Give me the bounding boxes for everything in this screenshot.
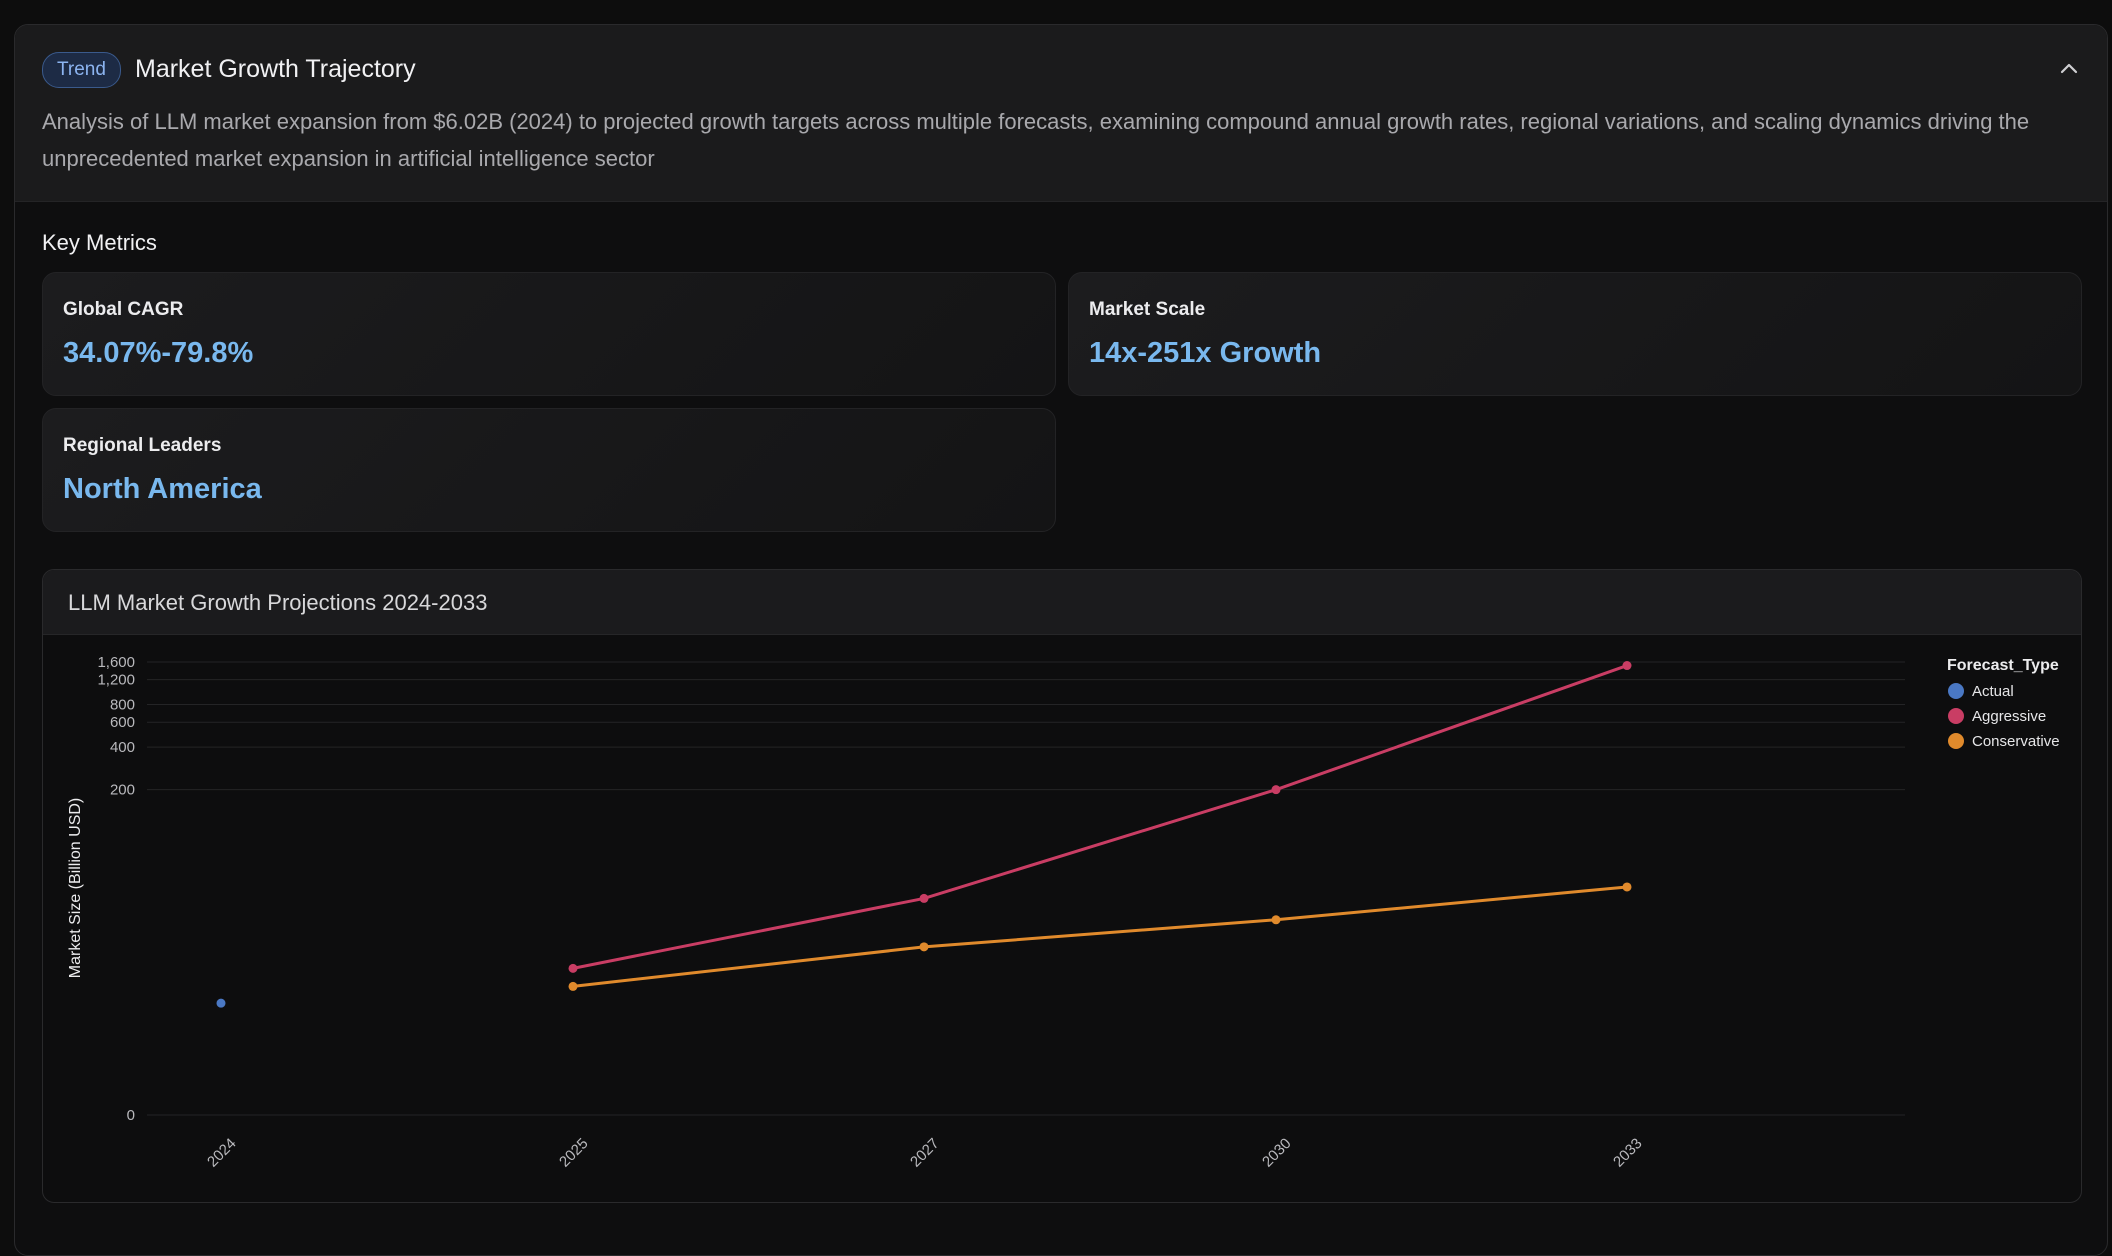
metric-label: Regional Leaders (63, 435, 222, 456)
x-tick-label: 2030 (1259, 1135, 1295, 1171)
panel-header[interactable]: Trend Market Growth Trajectory Analysis … (15, 25, 2107, 202)
legend-title: Forecast_Type (1947, 657, 2059, 674)
metric-card-market-scale: Market Scale 14x-251x Growth (1068, 272, 2082, 396)
x-tick-label: 2025 (556, 1135, 592, 1171)
data-point-conservative (568, 981, 578, 991)
legend-label-aggressive: Aggressive (1972, 708, 2046, 725)
metric-card-global-cagr: Global CAGR 34.07%-79.8% (42, 272, 1056, 396)
chevron-up-icon[interactable] (2055, 55, 2083, 83)
key-metrics-heading: Key Metrics (42, 230, 157, 255)
x-tick-label: 2024 (204, 1135, 240, 1171)
y-tick-label: 400 (110, 739, 135, 756)
legend-swatch-conservative (1948, 733, 1964, 749)
legend-label-actual: Actual (1972, 683, 2014, 700)
metric-value: 14x-251x Growth (1089, 337, 1322, 369)
panel-description: Analysis of LLM market expansion from $6… (42, 109, 2030, 171)
chart-header: LLM Market Growth Projections 2024-2033 (43, 570, 2081, 635)
x-tick-label: 2033 (1610, 1135, 1646, 1171)
metric-value: 34.07%-79.8% (63, 337, 254, 369)
legend-swatch-actual (1948, 683, 1964, 699)
metric-label: Market Scale (1089, 299, 1206, 320)
y-tick-label: 1,200 (97, 672, 135, 689)
y-axis-label: Market Size (Billion USD) (67, 798, 84, 978)
data-point-aggressive (919, 893, 929, 903)
line-chart: 0 200 400 600800 1,2001,600 Market Size (Bill… (67, 654, 2060, 1171)
legend-swatch-aggressive (1948, 708, 1964, 724)
y-tick-label: 600 (110, 714, 135, 731)
y-tick-label: 0 (127, 1107, 135, 1124)
data-point-aggressive (1271, 785, 1281, 795)
panel-title: Market Growth Trajectory (135, 55, 416, 83)
trend-panel: Trend Market Growth Trajectory Analysis … (14, 24, 2108, 1256)
trend-badge: Trend (42, 52, 121, 88)
metric-card-regional-leaders: Regional Leaders North America (42, 408, 1056, 532)
data-point-conservative (1622, 882, 1632, 892)
series-line-aggressive (572, 664, 1628, 970)
x-tick-label: 2027 (907, 1135, 943, 1171)
data-point-aggressive (568, 963, 578, 973)
chart-card: LLM Market Growth Projections 2024-2033 … (42, 569, 2082, 1203)
metric-label: Global CAGR (63, 299, 184, 320)
data-point-conservative (1271, 915, 1281, 925)
y-tick-label: 800 (110, 697, 135, 714)
y-tick-label: 1,600 (97, 654, 135, 671)
data-point-conservative (919, 942, 929, 952)
metric-value: North America (63, 473, 262, 505)
chart-title: LLM Market Growth Projections 2024-2033 (68, 590, 488, 615)
y-tick-label: 200 (110, 782, 135, 799)
data-point-aggressive (1622, 661, 1632, 671)
legend-label-conservative: Conservative (1972, 733, 2060, 750)
data-point-actual (216, 998, 226, 1008)
